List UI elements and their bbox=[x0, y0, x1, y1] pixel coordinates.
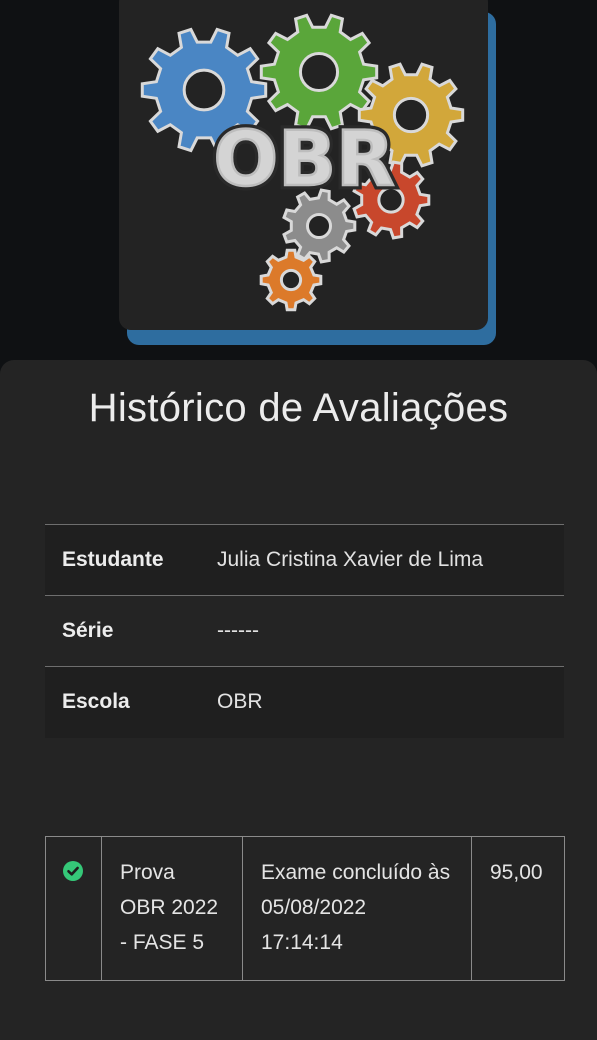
orange-gear-icon bbox=[259, 248, 323, 312]
exam-score: 95,00 bbox=[471, 836, 565, 981]
check-circle-icon bbox=[63, 861, 83, 881]
student-row: Estudante Julia Cristina Xavier de Lima bbox=[45, 524, 564, 596]
logo-text-outline: OBR bbox=[213, 114, 394, 203]
student-label: Estudante bbox=[62, 548, 164, 571]
student-info-table: Estudante Julia Cristina Xavier de Lima … bbox=[45, 524, 564, 738]
grade-value: ------ bbox=[217, 619, 259, 642]
exam-completion-text: Exame concluído às 05/08/2022 17:14:14 bbox=[242, 836, 472, 981]
grade-row: Série ------ bbox=[45, 595, 564, 667]
obr-logo: OBR OBR bbox=[119, 0, 488, 330]
school-label: Escola bbox=[62, 690, 130, 714]
grade-label: Série bbox=[62, 619, 114, 642]
gears-logo-icon: OBR OBR bbox=[140, 13, 465, 312]
exam-history-table: Prova OBR 2022 - FASE 5 Exame concluído … bbox=[45, 836, 565, 981]
page-title: Histórico de Avaliações bbox=[88, 386, 509, 430]
school-row: Escola OBR bbox=[45, 666, 564, 738]
student-value: Julia Cristina Xavier de Lima bbox=[217, 548, 484, 571]
school-value: OBR bbox=[217, 690, 263, 714]
exam-name[interactable]: Prova OBR 2022 - FASE 5 bbox=[101, 836, 243, 981]
exam-status-cell bbox=[45, 836, 102, 981]
exam-row[interactable]: Prova OBR 2022 - FASE 5 Exame concluído … bbox=[45, 836, 565, 981]
